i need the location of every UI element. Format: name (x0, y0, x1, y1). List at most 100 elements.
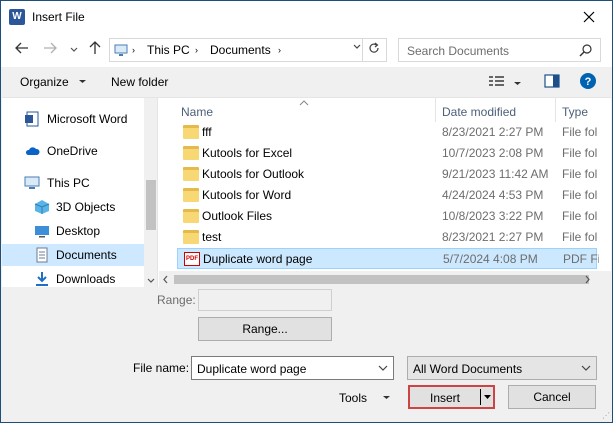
file-row[interactable]: PDF Duplicate word page 5/7/2024 4:08 PM PD… (177, 248, 599, 269)
nav-item-downloads[interactable]: Downloads (2, 268, 144, 288)
file-name-value: Duplicate word page (197, 362, 307, 376)
computer-icon (24, 176, 40, 189)
view-options-button[interactable] (488, 74, 522, 91)
file-type: File fol (562, 209, 598, 223)
desktop-icon (35, 226, 49, 238)
nav-item-desktop[interactable]: Desktop (2, 220, 144, 242)
chevron-right-icon[interactable] (581, 271, 593, 288)
file-name-label: File name: (133, 361, 190, 375)
organize-label: Organize (20, 75, 69, 89)
chevron-down-icon (383, 396, 391, 399)
browser-panes: Microsoft Word OneDrive This PC 3D Objec… (2, 97, 611, 288)
file-name: fff (202, 125, 212, 139)
chevron-down-icon[interactable] (483, 390, 492, 404)
column-divider[interactable] (435, 98, 436, 122)
nav-item-label: Downloads (56, 272, 116, 286)
insert-button[interactable]: Insert (408, 385, 495, 409)
address-dropdown-icon[interactable] (352, 42, 362, 54)
chevron-down-icon[interactable] (378, 361, 388, 375)
file-date: 4/24/2024 4:53 PM (442, 188, 544, 202)
horizontal-scrollbar[interactable] (159, 271, 611, 288)
download-icon (36, 272, 48, 286)
chevron-down-icon (581, 365, 591, 371)
file-date: 10/7/2023 2:08 PM (442, 146, 544, 160)
insert-label: Insert (430, 391, 461, 405)
organize-menu[interactable]: Organize (20, 75, 87, 89)
help-button[interactable]: ? (579, 72, 597, 93)
recent-locations-button[interactable] (65, 41, 83, 59)
nav-item-documents[interactable]: Documents (2, 244, 144, 266)
file-row[interactable]: Kutools for Word 4/24/2024 4:53 PM File fo… (177, 185, 597, 206)
folder-icon (183, 209, 199, 223)
cube-icon (34, 200, 50, 214)
up-button[interactable] (86, 41, 104, 59)
address-bar[interactable]: › This PC › Documents › (109, 38, 387, 62)
word-doc-icon (25, 111, 39, 127)
cloud-icon (25, 147, 40, 155)
file-type: File fol (562, 146, 598, 160)
column-type[interactable]: Type (562, 105, 588, 119)
tools-menu[interactable]: Tools (339, 391, 391, 405)
resize-grip-icon[interactable]: ⋰ (602, 411, 610, 420)
file-date: 8/23/2021 2:27 PM (442, 230, 544, 244)
dialog-footer: Range: Range... File name: Duplicate wor… (1, 287, 612, 422)
back-button[interactable] (13, 41, 31, 59)
breadcrumb-separator-icon: › (132, 45, 135, 55)
nav-item-label: Desktop (56, 224, 101, 238)
breadcrumb-this-pc[interactable]: This PC (147, 43, 190, 57)
file-row[interactable]: Outlook Files 10/8/2023 3:22 PM File fol (177, 206, 597, 227)
column-name[interactable]: Name (181, 105, 213, 119)
refresh-button[interactable] (362, 39, 384, 61)
close-icon (583, 11, 595, 23)
file-name: Kutools for Outlook (202, 167, 305, 181)
folder-icon (183, 230, 199, 244)
forward-button[interactable] (41, 41, 59, 59)
close-button[interactable] (566, 1, 612, 33)
file-type: PDF Fi (563, 252, 599, 266)
preview-pane-icon (544, 74, 560, 88)
file-row[interactable]: test 8/23/2021 2:27 PM File fol (177, 227, 597, 248)
range-input (198, 289, 332, 311)
search-placeholder: Search Documents (407, 44, 510, 58)
search-box[interactable]: Search Documents (398, 38, 601, 62)
breadcrumb-documents[interactable]: Documents (210, 43, 271, 57)
folder-icon (183, 188, 199, 202)
file-row[interactable]: fff 8/23/2021 2:27 PM File fol (177, 122, 597, 143)
nav-item-onedrive[interactable]: OneDrive (2, 140, 144, 162)
tools-label: Tools (339, 391, 368, 405)
nav-scrollbar[interactable] (144, 98, 158, 288)
split-divider (480, 389, 481, 405)
file-type: File fol (562, 188, 598, 202)
chevron-left-icon[interactable] (160, 271, 172, 288)
cancel-button[interactable]: Cancel (508, 385, 596, 409)
column-headers: Name Date modified Type (159, 98, 611, 122)
pdf-icon: PDF (184, 252, 200, 266)
file-name: Outlook Files (202, 209, 273, 223)
column-date-modified[interactable]: Date modified (442, 105, 516, 119)
arrow-up-icon (89, 41, 101, 54)
chevron-down-icon[interactable] (144, 276, 158, 286)
range-button[interactable]: Range... (198, 317, 332, 341)
new-folder-button[interactable]: New folder (111, 75, 168, 89)
file-date: 5/7/2024 4:08 PM (443, 252, 538, 266)
nav-item-this-pc[interactable]: This PC (2, 172, 144, 194)
file-name: test (202, 230, 222, 244)
file-row[interactable]: Kutools for Outlook 9/21/2023 11:42 AM Fil… (177, 164, 597, 185)
command-bar: Organize New folder ? (1, 67, 612, 97)
file-name-input[interactable]: Duplicate word page (191, 356, 394, 380)
file-type-select[interactable]: All Word Documents (407, 356, 597, 380)
file-type: File fol (562, 125, 598, 139)
nav-item-microsoft-word[interactable]: Microsoft Word (2, 108, 144, 130)
arrow-left-icon (15, 42, 28, 54)
horizontal-scroll-thumb[interactable] (174, 275, 589, 284)
nav-item-label: Microsoft Word (47, 112, 128, 126)
nav-item-3d-objects[interactable]: 3D Objects (2, 196, 144, 218)
file-row[interactable]: Kutools for Excel 10/7/2023 2:08 PM File f… (177, 143, 597, 164)
column-divider[interactable] (555, 98, 556, 122)
chevron-down-icon (514, 82, 522, 85)
nav-scroll-thumb[interactable] (146, 180, 156, 230)
breadcrumb-separator-icon: › (195, 45, 198, 55)
search-icon (579, 44, 592, 57)
folder-icon (183, 125, 199, 139)
preview-pane-button[interactable] (544, 74, 560, 91)
